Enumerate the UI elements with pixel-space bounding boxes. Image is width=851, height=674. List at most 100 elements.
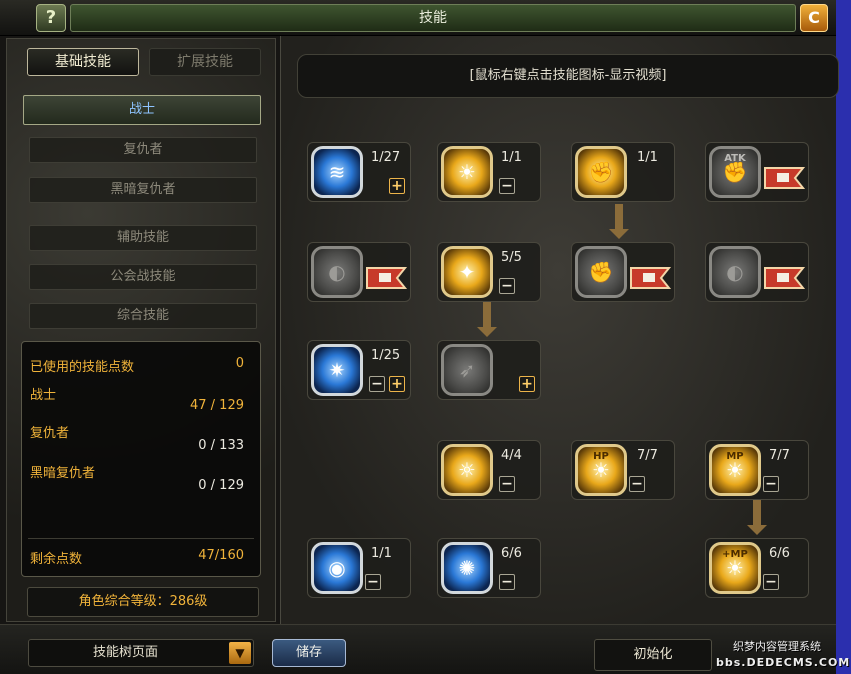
tab-basic-skills[interactable]: 基础技能 xyxy=(27,48,139,76)
mp-plus-skill-icon[interactable]: +MP ☀ xyxy=(709,542,761,594)
skill-points-summary: 已使用的技能点数 0 战士 47 / 129 复仇者 0 / 133 黑暗复仇者… xyxy=(21,341,261,577)
warrior-points-value: 47 / 129 xyxy=(190,398,244,413)
skill-minus-button[interactable]: − xyxy=(499,476,515,492)
category-panel: 基础技能 扩展技能 战士 复仇者 黑暗复仇者 辅助技能 公会战技能 综合技能 已… xyxy=(6,38,276,622)
shield-glyph-icon: ◐ xyxy=(328,260,346,284)
locked-flag-icon xyxy=(764,167,806,189)
title-bar: ? 技能 C xyxy=(0,0,851,36)
cheer-skill-icon[interactable]: ☼ xyxy=(441,444,493,496)
skill-minus-button[interactable]: − xyxy=(365,574,381,590)
skill-level: 1/1 xyxy=(637,150,658,165)
dash-glyph-icon: ➶ xyxy=(458,358,476,382)
skill-minus-button[interactable]: − xyxy=(369,376,385,392)
prereq-arrow xyxy=(477,302,497,337)
power-skill-icon[interactable]: ☀ xyxy=(441,146,493,198)
watermark-line-1: 织梦内容管理系统 xyxy=(733,640,821,653)
chevron-down-icon[interactable]: ▼ xyxy=(229,642,251,664)
burst-skill-icon[interactable]: ✷ xyxy=(311,344,363,396)
skill-level: 7/7 xyxy=(637,448,658,463)
watermark: 织梦内容管理系统 bbs.DEDECMS.COM xyxy=(716,639,851,671)
category-warrior[interactable]: 战士 xyxy=(23,95,261,125)
skill-plus-button[interactable]: + xyxy=(389,376,405,392)
locked-skill-icon[interactable]: ◐ xyxy=(709,246,761,298)
locked-skill-icon[interactable]: ◐ xyxy=(311,246,363,298)
character-level: 角色综合等级：286级 xyxy=(27,587,259,617)
slash-skill-icon[interactable]: ≋ xyxy=(311,146,363,198)
skill-level: 7/7 xyxy=(769,448,790,463)
skill-slot: ✦ 5/5 − xyxy=(437,242,541,302)
skill-tree-page-value: 技能树页面 xyxy=(93,645,159,660)
video-hint: [鼠标右键点击技能图标-显示视频] xyxy=(297,54,839,98)
skill-slot: ≋ 1/27 + xyxy=(307,142,411,202)
locked-flag-icon xyxy=(764,267,806,289)
shield-glyph-icon: ◐ xyxy=(726,260,744,284)
remaining-points-value: 47/160 xyxy=(198,548,244,563)
dark-avenger-points-label: 黑暗复仇者 xyxy=(30,466,96,481)
category-guild-war-skills[interactable]: 公会战技能 xyxy=(29,264,257,290)
kick-glyph-icon: ✦ xyxy=(458,260,476,284)
skill-slot: ◐ xyxy=(307,242,411,302)
hp-skill-icon[interactable]: HP ☀ xyxy=(575,444,627,496)
skill-slot: MP ☀ 7/7 − xyxy=(705,440,809,500)
skill-minus-button[interactable]: − xyxy=(499,574,515,590)
skill-level: 1/1 xyxy=(371,546,392,561)
remaining-points-label: 剩余点数 xyxy=(30,552,83,567)
tab-extended-skills[interactable]: 扩展技能 xyxy=(149,48,261,76)
skill-level: 5/5 xyxy=(501,250,522,265)
initialize-button[interactable]: 初始化 xyxy=(594,639,712,671)
window-title: 技能 xyxy=(70,4,796,32)
skill-slot: ☀ 1/1 − xyxy=(437,142,541,202)
atk-tag: ATK xyxy=(724,153,746,164)
figure-glyph-icon: ☼ xyxy=(458,458,476,482)
skill-minus-button[interactable]: − xyxy=(629,476,645,492)
locked-flag-icon xyxy=(630,267,672,289)
locked-skill-icon[interactable]: ➶ xyxy=(441,344,493,396)
dark-avenger-points-value: 0 / 129 xyxy=(198,478,244,493)
bottom-bar: 技能树页面 ▼ 储存 初始化 织梦内容管理系统 bbs.DEDECMS.COM xyxy=(0,624,851,674)
skill-slot: +MP ☀ 6/6 − xyxy=(705,538,809,598)
help-button[interactable]: ? xyxy=(36,4,66,32)
nova-skill-icon[interactable]: ✺ xyxy=(441,542,493,594)
summary-divider xyxy=(28,538,254,539)
category-support-skills[interactable]: 辅助技能 xyxy=(29,225,257,251)
guard-glyph-icon: ◉ xyxy=(328,556,346,580)
warrior-points-label: 战士 xyxy=(30,388,57,403)
skill-tree-page-select[interactable]: 技能树页面 ▼ xyxy=(28,639,254,667)
strength-skill-icon[interactable]: ✊ xyxy=(575,146,627,198)
watermark-line-2: bbs.DEDECMS.COM xyxy=(716,656,851,669)
skill-minus-button[interactable]: − xyxy=(499,278,515,294)
kick-skill-icon[interactable]: ✦ xyxy=(441,246,493,298)
close-button[interactable]: C xyxy=(800,4,828,32)
skill-level: 4/4 xyxy=(501,448,522,463)
skill-plus-button[interactable]: + xyxy=(389,178,405,194)
skill-minus-button[interactable]: − xyxy=(763,574,779,590)
category-dark-avenger[interactable]: 黑暗复仇者 xyxy=(29,177,257,203)
nova-glyph-icon: ✺ xyxy=(458,556,476,580)
skill-slot: ➶ + xyxy=(437,340,541,400)
mp-skill-icon[interactable]: MP ☀ xyxy=(709,444,761,496)
skill-slot: ATK ✊ xyxy=(705,142,809,202)
locked-skill-icon[interactable]: ✊ xyxy=(575,246,627,298)
skill-slot: ◉ 1/1 − xyxy=(307,538,411,598)
used-points-value: 0 xyxy=(235,356,244,371)
skill-level: 6/6 xyxy=(769,546,790,561)
hp-tag: HP xyxy=(593,451,609,462)
skill-level: 6/6 xyxy=(501,546,522,561)
mp-tag: MP xyxy=(726,451,744,462)
skill-minus-button[interactable]: − xyxy=(499,178,515,194)
skill-slot: ✷ 1/25 − + xyxy=(307,340,411,400)
mp-plus-tag: +MP xyxy=(722,549,748,560)
arm-glyph-icon: ✊ xyxy=(588,160,614,184)
skill-plus-button[interactable]: + xyxy=(519,376,535,392)
skill-level: 1/1 xyxy=(501,150,522,165)
slash-glyph-icon: ≋ xyxy=(328,160,346,184)
used-points-label: 已使用的技能点数 xyxy=(30,360,135,375)
category-general-skills[interactable]: 综合技能 xyxy=(29,303,257,329)
locked-atk-skill-icon[interactable]: ATK ✊ xyxy=(709,146,761,198)
guard-skill-icon[interactable]: ◉ xyxy=(311,542,363,594)
skill-minus-button[interactable]: − xyxy=(763,476,779,492)
figure-glyph-icon: ☀ xyxy=(458,160,476,184)
save-button[interactable]: 储存 xyxy=(272,639,346,667)
desktop-edge xyxy=(836,0,851,674)
category-avenger[interactable]: 复仇者 xyxy=(29,137,257,163)
